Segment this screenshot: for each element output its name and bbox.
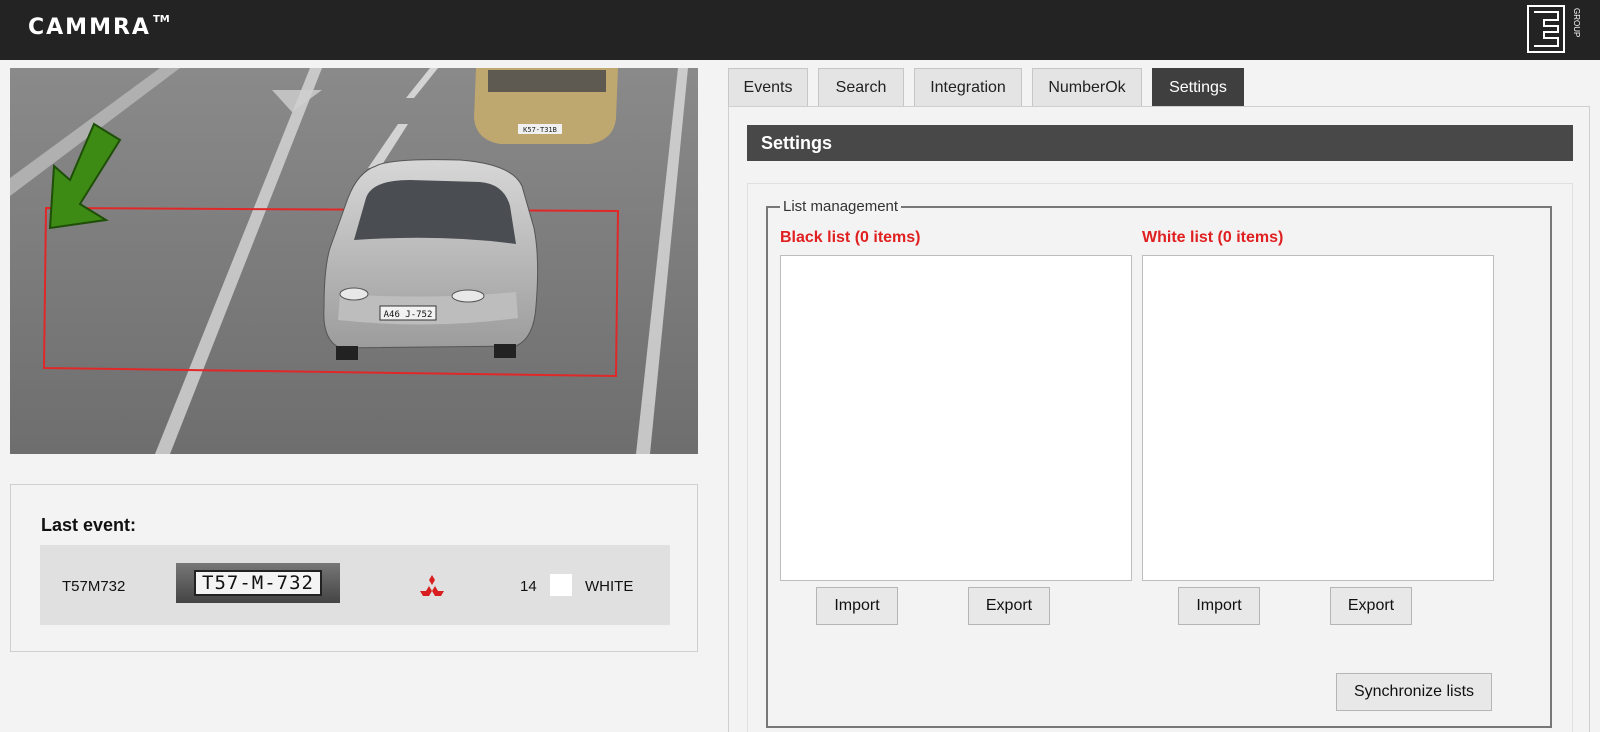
group-logo-text: GROUP xyxy=(1572,8,1581,37)
tab-numberok[interactable]: NumberOk xyxy=(1032,68,1142,106)
settings-title: Settings xyxy=(747,125,1573,161)
white-list-title: White list (0 items) xyxy=(1142,229,1284,246)
list-management-group: List management Black list (0 items) Whi… xyxy=(766,198,1552,728)
event-plate-image: T57-M-732 xyxy=(176,563,340,603)
settings-content: List management Black list (0 items) Whi… xyxy=(747,183,1573,732)
mitsubishi-logo-icon xyxy=(420,575,444,596)
white-list-box[interactable] xyxy=(1142,255,1494,581)
black-list-section: Black list (0 items) xyxy=(780,229,1140,581)
tab-events[interactable]: Events xyxy=(728,68,808,106)
black-list-box[interactable] xyxy=(780,255,1132,581)
event-color-name: WHITE xyxy=(585,578,634,595)
white-list-export-button[interactable]: Export xyxy=(1330,587,1412,625)
tab-integration[interactable]: Integration xyxy=(914,68,1022,106)
top-bar: CAMMRA TM GROUP xyxy=(0,0,1600,60)
black-list-title: Black list (0 items) xyxy=(780,229,921,246)
front-plate-text: A46 J-752 xyxy=(384,310,433,320)
last-event-row[interactable]: T57M732 T57-M-732 14 WHITE xyxy=(40,545,670,625)
event-color-swatch xyxy=(550,574,572,596)
tab-search[interactable]: Search xyxy=(818,68,904,106)
black-list-export-button[interactable]: Export xyxy=(968,587,1050,625)
vehicle-silver: A46 J-752 xyxy=(323,159,539,360)
settings-panel: Settings List management Black list (0 i… xyxy=(728,106,1590,732)
white-list-import-button[interactable]: Import xyxy=(1178,587,1260,625)
event-plate-image-text: T57-M-732 xyxy=(194,570,322,596)
event-plate-number: T57M732 xyxy=(62,578,126,595)
list-management-legend: List management xyxy=(783,198,899,215)
white-list-section: White list (0 items) xyxy=(1142,229,1502,581)
synchronize-lists-button[interactable]: Synchronize lists xyxy=(1336,673,1492,711)
last-event-panel: Last event: T57M732 T57-M-732 14 WHITE xyxy=(10,484,698,652)
black-list-import-button[interactable]: Import xyxy=(816,587,898,625)
vehicle-rear: K57-T31B xyxy=(474,68,618,144)
brand-name: CAMMRA xyxy=(28,15,151,40)
rear-plate-text: K57-T31B xyxy=(523,126,557,134)
brand-trademark: TM xyxy=(152,14,170,25)
tab-settings[interactable]: Settings xyxy=(1152,68,1244,106)
event-count: 14 xyxy=(520,578,537,595)
camera-view[interactable]: K57-T31B A46 J-752 xyxy=(10,68,698,454)
brand-logo[interactable]: CAMMRA TM xyxy=(28,14,170,40)
last-event-title: Last event: xyxy=(41,515,137,535)
group-logo-icon: GROUP xyxy=(1527,5,1581,53)
